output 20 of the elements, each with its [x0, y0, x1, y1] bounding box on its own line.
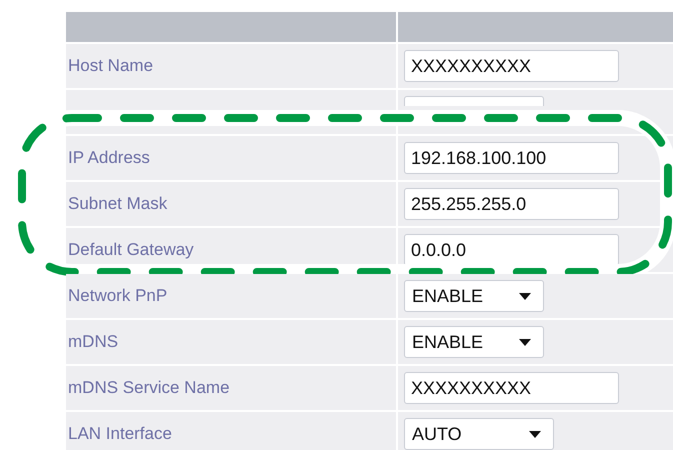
- input-field[interactable]: 255.255.255.0: [404, 188, 619, 220]
- field-label: Subnet Mask: [67, 194, 168, 214]
- field-label: Default Gateway: [67, 240, 194, 260]
- caret-icon: [519, 292, 531, 300]
- field-label: mDNS: [67, 332, 118, 352]
- input-field[interactable]: XXXXXXXXXX: [404, 372, 619, 404]
- input-field[interactable]: 192.168.100.100: [404, 142, 619, 174]
- caret-icon: [519, 338, 531, 346]
- field-label: Host Name: [67, 56, 154, 76]
- field-label: LAN Interface: [67, 424, 172, 444]
- field-label: IP Address: [67, 148, 150, 168]
- field-label: mDNS Service Name: [67, 378, 230, 398]
- dropdown[interactable]: ENABLE: [404, 326, 544, 358]
- input-field[interactable]: 0.0.0.0: [404, 234, 619, 266]
- dropdown[interactable]: AUTO: [404, 418, 554, 450]
- input-field[interactable]: XXXXXXXXXX: [404, 50, 619, 82]
- field-label: Network PnP: [67, 286, 168, 306]
- caret-icon: [529, 430, 541, 438]
- dropdown[interactable]: [404, 96, 544, 106]
- dropdown[interactable]: ENABLE: [404, 280, 544, 312]
